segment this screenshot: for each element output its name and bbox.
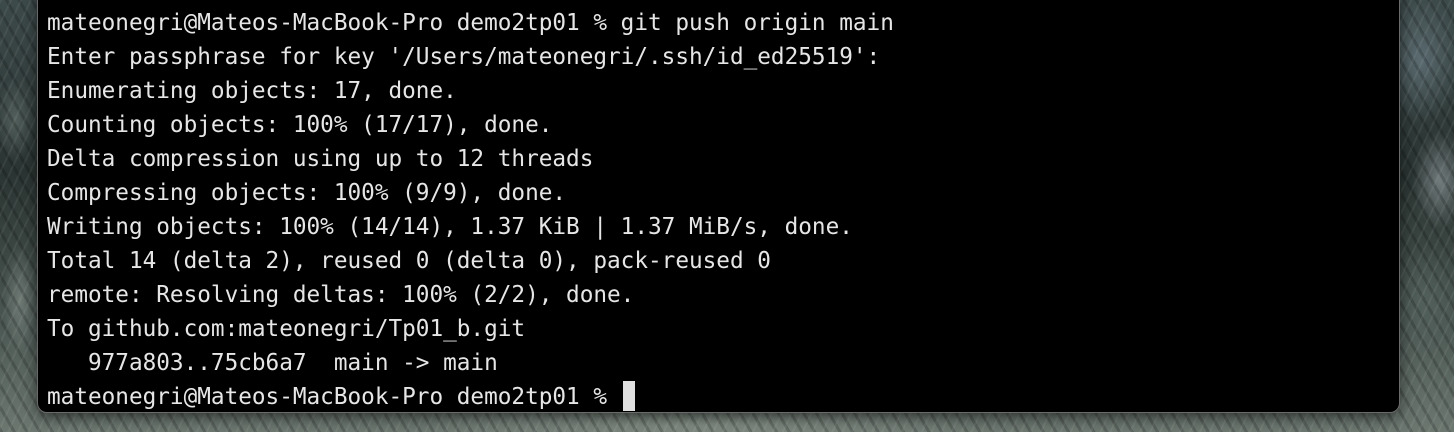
terminal-line-compressing: Compressing objects: 100% (9/9), done. [47, 180, 567, 206]
terminal-line-total: Total 14 (delta 2), reused 0 (delta 0), … [47, 248, 771, 274]
text-cursor [622, 381, 635, 411]
terminal-line-command: mateonegri@Mateos-MacBook-Pro demo2tp01 … [47, 10, 894, 36]
terminal-prompt-line[interactable]: mateonegri@Mateos-MacBook-Pro demo2tp01 … [47, 380, 1389, 412]
terminal-window[interactable]: mateonegri@Mateos-MacBook-Pro demo2tp01 … [37, 0, 1400, 413]
terminal-line-writing: Writing objects: 100% (14/14), 1.37 KiB … [47, 214, 853, 240]
terminal-line-ref-update: 977a803..75cb6a7 main -> main [47, 350, 498, 376]
terminal-line-counting: Counting objects: 100% (17/17), done. [47, 112, 553, 138]
terminal-line-delta-compression: Delta compression using up to 12 threads [47, 146, 594, 172]
terminal-line-enumerating: Enumerating objects: 17, done. [47, 78, 457, 104]
terminal-line-remote: remote: Resolving deltas: 100% (2/2), do… [47, 282, 635, 308]
terminal-line-destination: To github.com:mateonegri/Tp01_b.git [47, 316, 526, 342]
terminal-line-passphrase-prompt: Enter passphrase for key '/Users/mateone… [47, 44, 881, 70]
shell-prompt: mateonegri@Mateos-MacBook-Pro demo2tp01 … [47, 384, 621, 410]
terminal-output[interactable]: mateonegri@Mateos-MacBook-Pro demo2tp01 … [47, 6, 1389, 412]
